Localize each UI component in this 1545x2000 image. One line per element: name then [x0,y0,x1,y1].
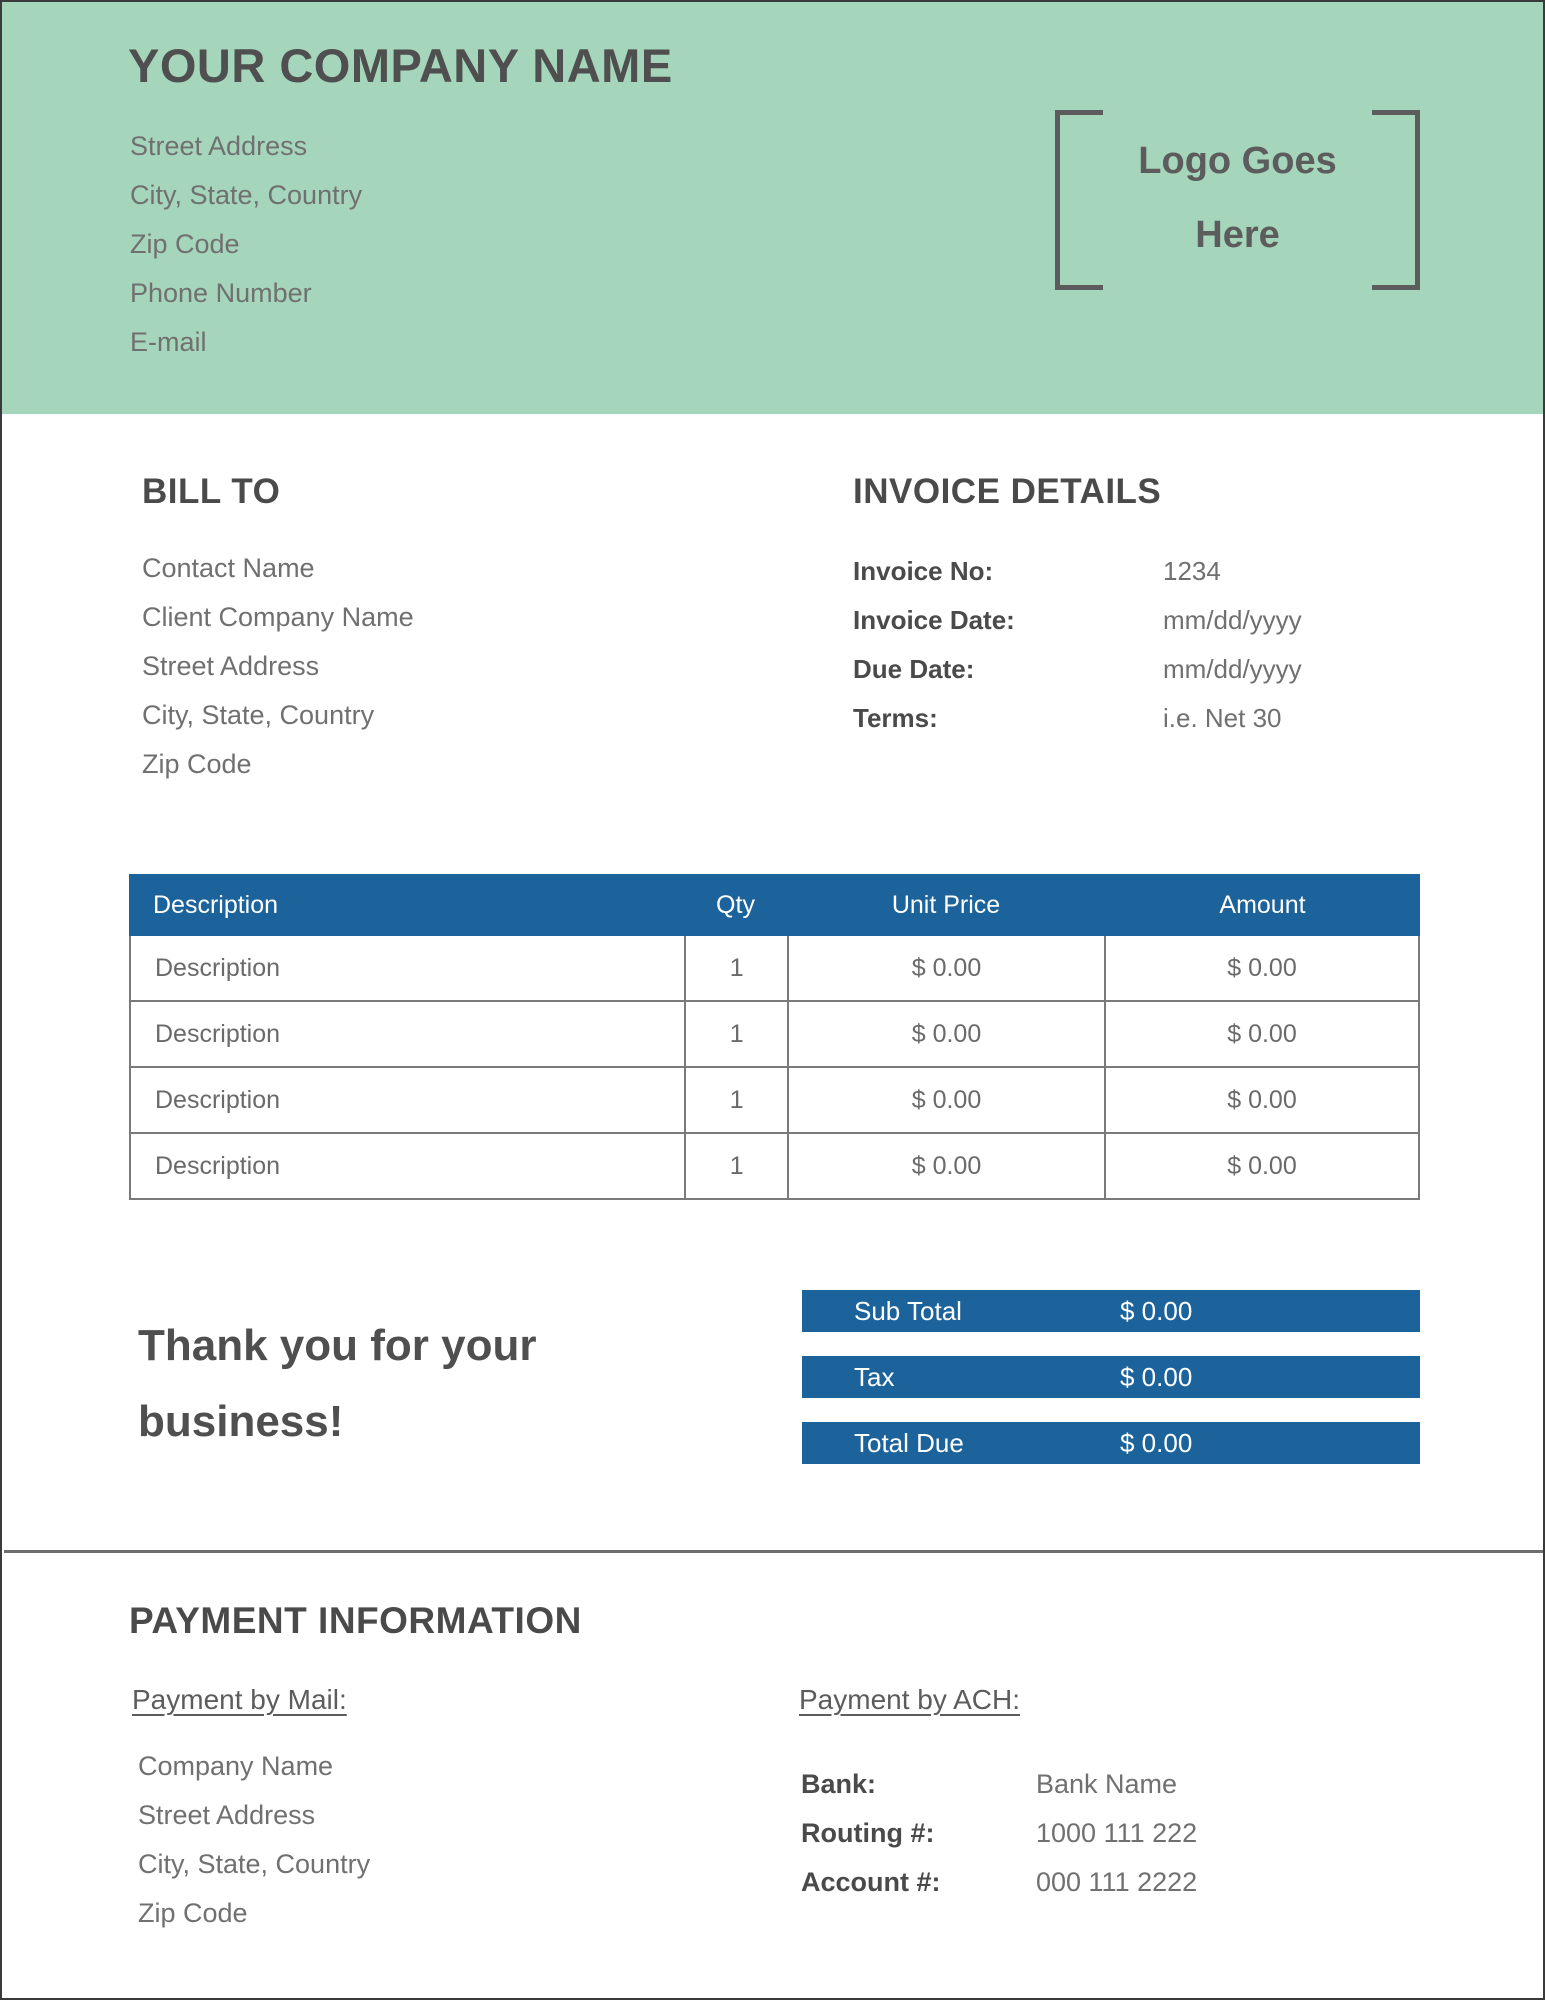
totals-row-tax: Tax $ 0.00 [802,1356,1420,1398]
column-header-unit-price: Unit Price [891,890,1001,919]
company-address-line: E-mail [130,327,207,357]
invoice-detail-label: Due Date: [853,654,975,684]
company-address-line: Phone Number [130,278,312,308]
payment-by-ach-title: Payment by ACH: [799,1684,1020,1715]
cell-amount: $ 0.00 [1103,1068,1418,1132]
column-header-qty: Qty [716,890,755,919]
bill-to-line: Zip Code [142,749,252,779]
table-row[interactable]: Description 1 $ 0.00 $ 0.00 [129,1134,1420,1200]
totals-label: Total Due [854,1427,964,1458]
cell-amount: $ 0.00 [1103,1134,1418,1198]
ach-detail-label: Bank: [801,1769,877,1799]
cell-amount: $ 0.00 [1103,936,1418,1000]
column-header-description: Description [153,890,279,919]
payment-by-ach-block: Bank: Bank Name Routing #: 1000 111 222 … [801,1760,1421,1907]
payment-by-mail-line: Company Name [138,1751,334,1781]
cell-unit-price: $ 0.00 [786,1068,1104,1132]
ach-detail-value: Bank Name [1036,1769,1178,1799]
cell-unit-price: $ 0.00 [786,1134,1104,1198]
table-row[interactable]: Description 1 $ 0.00 $ 0.00 [129,936,1420,1002]
bill-to-line: Client Company Name [142,602,414,632]
invoice-details-block: Invoice No: 1234 Invoice Date: mm/dd/yyy… [853,547,1413,743]
cell-amount: $ 0.00 [1103,1002,1418,1066]
ach-detail-row: Routing #: 1000 111 222 [801,1809,1421,1858]
payment-by-mail-line: Zip Code [138,1898,248,1928]
ach-detail-label: Account #: [801,1867,941,1897]
bill-to-block: Contact Name Client Company Name Street … [142,544,414,789]
invoice-detail-row: Invoice Date: mm/dd/yyyy [853,596,1413,645]
bill-to-line: City, State, Country [142,700,375,730]
cell-qty: 1 [684,936,787,1000]
payment-by-mail-title: Payment by Mail: [132,1684,347,1715]
invoice-header: YOUR COMPANY NAME Street Address City, S… [2,2,1543,414]
totals-value: $ 0.00 [1120,1361,1193,1392]
company-address-line: Zip Code [130,229,240,259]
invoice-detail-label: Invoice Date: [853,605,1015,635]
totals-value: $ 0.00 [1120,1295,1193,1326]
footer-divider [4,1550,1543,1553]
table-row[interactable]: Description 1 $ 0.00 $ 0.00 [129,1068,1420,1134]
thank-you-message: Thank you for your business! [138,1321,537,1446]
totals-row-sub-total: Sub Total $ 0.00 [802,1290,1420,1332]
line-items-table: Description Qty Unit Price Amount Descri… [129,874,1420,1200]
payment-by-mail-line: Street Address [138,1800,316,1830]
column-header-amount: Amount [1219,890,1306,919]
invoice-detail-value: mm/dd/yyyy [1163,605,1302,635]
cell-qty: 1 [684,1002,787,1066]
invoice-detail-row: Invoice No: 1234 [853,547,1413,596]
totals-block: Sub Total $ 0.00 Tax $ 0.00 Total Due $ … [802,1290,1420,1464]
table-row[interactable]: Description 1 $ 0.00 $ 0.00 [129,1002,1420,1068]
cell-unit-price: $ 0.00 [786,936,1104,1000]
cell-description: Description [155,1151,281,1180]
cell-qty: 1 [684,1134,787,1198]
invoice-detail-value: mm/dd/yyyy [1163,654,1302,684]
logo-text-line-1: Logo Goes [1138,140,1337,182]
ach-detail-row: Account #: 000 111 2222 [801,1858,1421,1907]
ach-detail-label: Routing #: [801,1818,935,1848]
cell-description: Description [155,1019,281,1048]
invoice-detail-label: Terms: [853,703,938,733]
logo-placeholder-text: Logo Goes Here [1055,124,1420,272]
bill-to-line: Contact Name [142,553,315,583]
cell-description: Description [155,1085,281,1114]
totals-label: Tax [854,1361,895,1392]
payment-by-mail-block: Company Name Street Address City, State,… [138,1742,370,1938]
company-address-block: Street Address City, State, Country Zip … [130,122,362,367]
logo-placeholder[interactable]: Logo Goes Here [1055,110,1420,290]
payment-by-mail-line: City, State, Country [138,1849,371,1879]
cell-description: Description [155,953,281,982]
logo-text-line-2: Here [1195,214,1280,256]
invoice-details-heading: INVOICE DETAILS [853,472,1162,511]
ach-detail-value: 1000 111 222 [1036,1818,1198,1848]
cell-qty: 1 [684,1068,787,1132]
invoice-detail-row: Terms: i.e. Net 30 [853,694,1413,743]
bill-to-line: Street Address [142,651,320,681]
invoice-detail-value: i.e. Net 30 [1163,703,1282,733]
ach-detail-value: 000 111 2222 [1036,1867,1198,1897]
invoice-detail-label: Invoice No: [853,556,994,586]
invoice-detail-row: Due Date: mm/dd/yyyy [853,645,1413,694]
table-header-row: Description Qty Unit Price Amount [129,874,1420,936]
company-address-line: City, State, Country [130,180,363,210]
bill-to-heading: BILL TO [142,472,281,511]
company-name: YOUR COMPANY NAME [128,39,673,92]
invoice-page: YOUR COMPANY NAME Street Address City, S… [0,0,1545,2000]
ach-detail-row: Bank: Bank Name [801,1760,1421,1809]
company-address-line: Street Address [130,131,308,161]
totals-row-total-due: Total Due $ 0.00 [802,1422,1420,1464]
totals-value: $ 0.00 [1120,1427,1193,1458]
invoice-detail-value: 1234 [1163,556,1221,586]
payment-information-heading: PAYMENT INFORMATION [129,1600,582,1641]
totals-label: Sub Total [854,1295,962,1326]
cell-unit-price: $ 0.00 [786,1002,1104,1066]
